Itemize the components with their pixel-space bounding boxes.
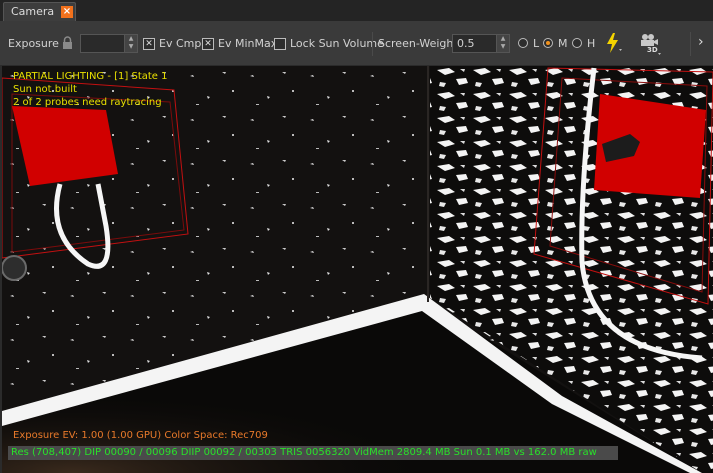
toolbar-divider xyxy=(372,32,373,56)
toolbar: Exposure ▲ ▼ ✕ Ev Cmp ✕ Ev MinMax Lock Su… xyxy=(0,22,713,65)
scene-viewport[interactable]: PARTIAL LIGHTING - [1] State 1 Sun not b… xyxy=(2,66,713,473)
tab-label: Camera xyxy=(11,5,55,18)
ev-minmax-label: Ev MinMax xyxy=(218,37,278,50)
lightning-icon[interactable] xyxy=(604,32,624,54)
scene-render xyxy=(2,66,713,473)
lock-sun-volume-checkbox[interactable] xyxy=(274,38,286,50)
lighting-status-line: PARTIAL LIGHTING - [1] State 1 xyxy=(13,71,168,82)
quality-label-h: H xyxy=(587,37,596,50)
quality-label-m: M xyxy=(558,37,568,50)
exposure-label: Exposure xyxy=(8,37,59,50)
quality-radio-l[interactable] xyxy=(518,38,528,48)
screen-weight-input[interactable]: 0.5 ▲ ▼ xyxy=(452,34,510,53)
camera-3d-label: 3D xyxy=(647,46,658,54)
quality-radio-m[interactable] xyxy=(543,38,553,48)
sun-status-line: Sun not built xyxy=(13,84,77,95)
ev-cmp-checkbox[interactable]: ✕ xyxy=(143,38,155,50)
tab-bar: Camera × xyxy=(0,0,713,22)
spinner-arrows-icon[interactable]: ▲ ▼ xyxy=(124,35,137,52)
ev-cmp-label: Ev Cmp xyxy=(159,37,202,50)
spinner-arrows-icon[interactable]: ▲ ▼ xyxy=(496,35,509,52)
screen-weight-value: 0.5 xyxy=(457,37,475,50)
camera-3d-icon[interactable]: 3D xyxy=(637,31,663,57)
quality-label-l: L xyxy=(533,37,540,50)
chevron-right-icon[interactable]: › xyxy=(698,34,704,50)
tab-camera[interactable]: Camera × xyxy=(3,2,76,21)
exposure-input[interactable]: ▲ ▼ xyxy=(80,34,138,53)
quality-radio-h[interactable] xyxy=(572,38,582,48)
toolbar-divider xyxy=(690,32,691,56)
render-stats: Res (708,407) DIP 00090 / 00096 DIIP 000… xyxy=(11,447,597,458)
lock-sun-volume-label: Lock Sun Volume xyxy=(290,37,384,50)
screen-weight-label: Screen-Weight xyxy=(378,37,458,50)
probes-status-line: 2 of 2 probes need raytracing xyxy=(13,97,162,108)
exposure-readout: Exposure EV: 1.00 (1.00 GPU) Color Space… xyxy=(13,430,268,441)
ev-minmax-checkbox[interactable]: ✕ xyxy=(202,38,214,50)
close-icon[interactable]: × xyxy=(61,6,73,18)
lock-icon[interactable] xyxy=(62,36,73,49)
